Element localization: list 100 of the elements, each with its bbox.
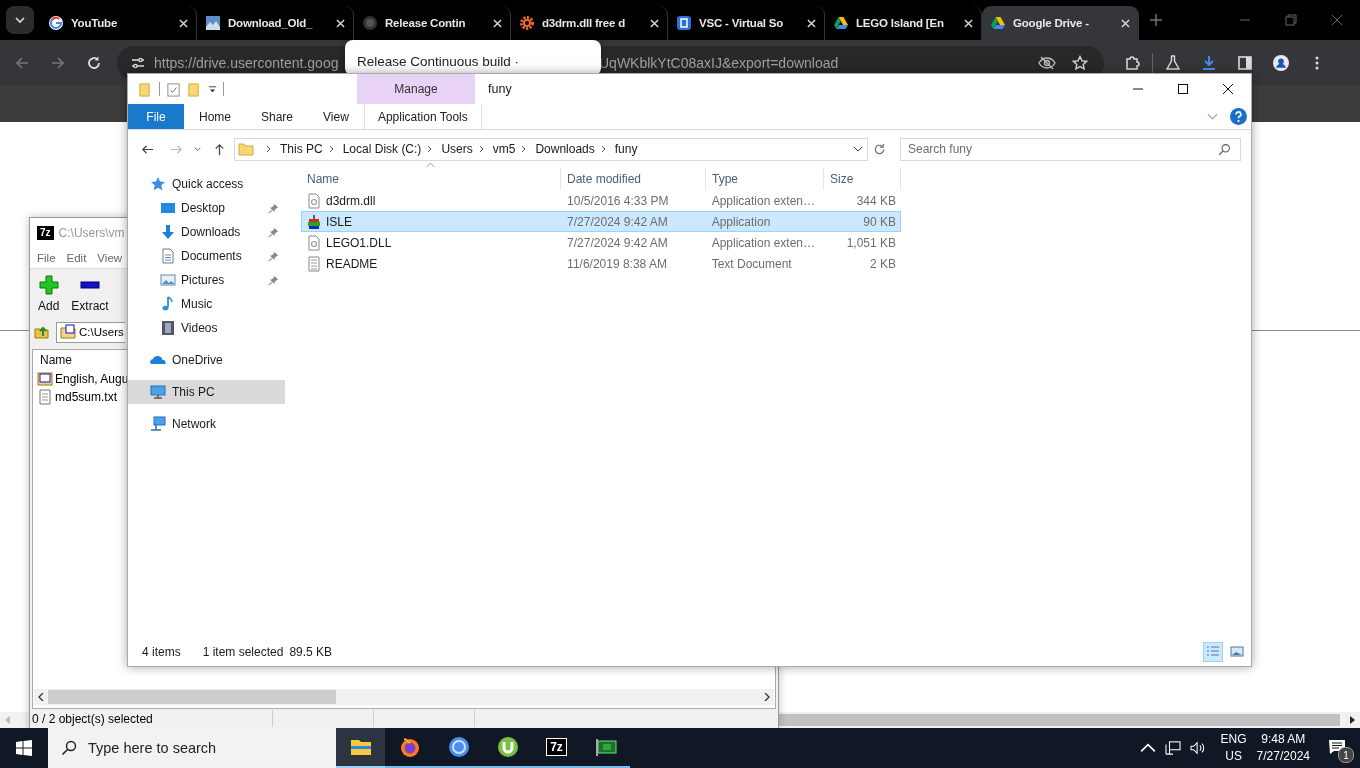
file-row[interactable]: README 11/6/2019 8:38 AM Text Document 2 KB — [301, 253, 901, 274]
chevron-icon[interactable] — [600, 145, 607, 153]
speaker-icon[interactable] — [1189, 741, 1206, 755]
picture-icon — [1230, 645, 1244, 659]
close-icon[interactable] — [1222, 83, 1234, 95]
recent-locations-icon[interactable] — [193, 144, 202, 154]
dropdown-icon[interactable] — [853, 144, 863, 154]
scroll-right-icon[interactable] — [1350, 716, 1356, 724]
breadcrumb[interactable]: vm5 — [492, 142, 516, 156]
menu-item[interactable]: Edit — [66, 252, 87, 264]
chevron-icon[interactable] — [266, 145, 272, 153]
triangle-logo-icon — [833, 15, 849, 31]
search-field[interactable]: Search funy — [900, 137, 1241, 161]
computer-icon — [150, 384, 166, 400]
tab-tooltip: Release Continuous build · — [345, 40, 601, 76]
horizontal-scrollbar[interactable] — [34, 689, 774, 705]
file-name: ISLE — [326, 214, 352, 229]
column-header[interactable]: Name — [33, 350, 120, 370]
column-header[interactable]: Date modified — [561, 168, 706, 190]
pin-icon[interactable] — [268, 202, 279, 214]
network-icon[interactable] — [1164, 741, 1181, 755]
file-row[interactable]: md5sum.txt — [33, 388, 127, 406]
language-indicator[interactable]: ENG US — [1220, 731, 1247, 765]
windows-start-icon[interactable] — [16, 740, 32, 756]
chevron-up-icon[interactable] — [1139, 741, 1156, 755]
star-icon[interactable] — [1072, 54, 1088, 71]
ribbon-tab[interactable]: View — [308, 104, 364, 129]
breadcrumb[interactable]: Users — [441, 142, 473, 156]
menu-item[interactable]: File — [37, 252, 56, 264]
size-cell-text: 1,051 KB — [845, 235, 897, 250]
nav-item[interactable]: Pictures — [128, 268, 285, 292]
column-header[interactable]: Name — [301, 168, 561, 190]
date-cell-text: 7/27/2024 9:42 AM — [566, 235, 669, 250]
nav-item[interactable]: Downloads — [128, 220, 285, 244]
date-cell-text: 7/27/2024 9:42 AM — [566, 214, 669, 229]
reload-icon[interactable] — [86, 54, 102, 71]
forward-icon[interactable] — [50, 54, 66, 71]
breadcrumb[interactable]: Local Disk (C:) — [342, 142, 422, 156]
scroll-right-icon[interactable] — [764, 693, 770, 701]
status-text: 89.5 KB — [289, 645, 333, 659]
toolbar-button[interactable]: Extract — [69, 275, 111, 313]
ribbon-tab[interactable]: Application Tools — [363, 104, 482, 129]
ribbon-tab[interactable]: File — [128, 104, 184, 129]
search-input[interactable]: Type here to search — [86, 739, 336, 757]
breadcrumb[interactable]: This PC — [280, 142, 323, 156]
breadcrumb[interactable]: funy — [614, 142, 638, 156]
column-header[interactable]: Type — [706, 168, 824, 190]
pin-icon[interactable] — [268, 226, 279, 238]
side-panel-icon[interactable] — [1237, 54, 1253, 71]
taskbar-search-field[interactable]: Type here to search — [48, 728, 336, 768]
download-icon[interactable] — [1201, 54, 1217, 71]
folder-up-icon[interactable] — [34, 324, 50, 340]
tab-search-button[interactable] — [6, 6, 34, 34]
column-header[interactable]: Size — [824, 168, 901, 190]
menu-item[interactable]: View — [97, 252, 123, 264]
file-row[interactable]: LEGO1.DLL 7/27/2024 9:42 AM Application exten… 1,051 KB — [301, 232, 901, 253]
ribbon-tab[interactable]: Share — [246, 104, 309, 129]
file-row[interactable]: English, Augu — [33, 370, 127, 388]
nav-item[interactable]: Quick access — [128, 172, 285, 196]
url-text: https://drive.usercontent.goog — [154, 54, 340, 71]
profile-avatar-icon[interactable] — [1273, 54, 1289, 71]
ribbon-tab[interactable]: Home — [184, 104, 246, 129]
search-input[interactable]: Search funy — [901, 141, 1218, 157]
dropdown-icon[interactable] — [208, 84, 217, 94]
chevron-icon[interactable] — [328, 145, 335, 153]
chevron-icon[interactable] — [478, 145, 485, 153]
help-icon[interactable] — [1230, 108, 1247, 125]
maximize-icon[interactable] — [1177, 83, 1189, 95]
new-tab-icon[interactable] — [1149, 13, 1163, 27]
taskbar-app-button[interactable] — [336, 728, 385, 768]
nav-item[interactable]: Desktop — [128, 196, 285, 220]
nav-item[interactable]: Music — [128, 292, 285, 316]
clock[interactable]: 9:48 AM 7/27/2024 — [1256, 731, 1310, 765]
nav-item[interactable]: Videos — [128, 316, 285, 340]
file-row[interactable]: d3drm.dll 10/5/2016 4:33 PM Application exten… 344 KB — [301, 190, 901, 211]
pin-icon[interactable] — [268, 250, 279, 262]
puzzle-icon[interactable] — [1124, 54, 1140, 71]
toolbar-button[interactable]: Add — [36, 275, 62, 313]
nav-item[interactable]: Network — [128, 412, 285, 436]
flask-icon[interactable] — [1165, 54, 1181, 71]
nav-item[interactable]: OneDrive — [128, 348, 285, 372]
ring-logo-icon — [446, 735, 471, 759]
breadcrumb[interactable]: Downloads — [535, 142, 595, 156]
document-icon — [160, 248, 176, 264]
horizontal-scrollbar[interactable] — [779, 712, 1360, 728]
nav-item[interactable]: This PC — [128, 380, 285, 404]
eye-slash-icon[interactable] — [1038, 54, 1056, 71]
path-field[interactable]: C:\Users — [56, 321, 125, 343]
chevron-icon[interactable] — [427, 145, 434, 153]
refresh-icon[interactable] — [872, 141, 887, 157]
file-row[interactable]: ISLE 7/27/2024 9:42 AM Application 90 KB — [301, 211, 901, 232]
address-bar[interactable]: This PC Local Disk (C:) Users vm5 Downloads funy — [234, 137, 868, 161]
down-arrow-icon — [160, 224, 176, 240]
pin-icon[interactable] — [268, 274, 279, 286]
scroll-left-icon[interactable] — [38, 693, 44, 701]
browser-tab[interactable]: Google Drive - — [982, 6, 1139, 40]
settings-file-icon — [306, 234, 322, 251]
nav-item[interactable]: Documents — [128, 244, 285, 268]
chevron-icon[interactable] — [521, 145, 528, 153]
taskbar-app-button[interactable]: 7z — [532, 728, 581, 768]
